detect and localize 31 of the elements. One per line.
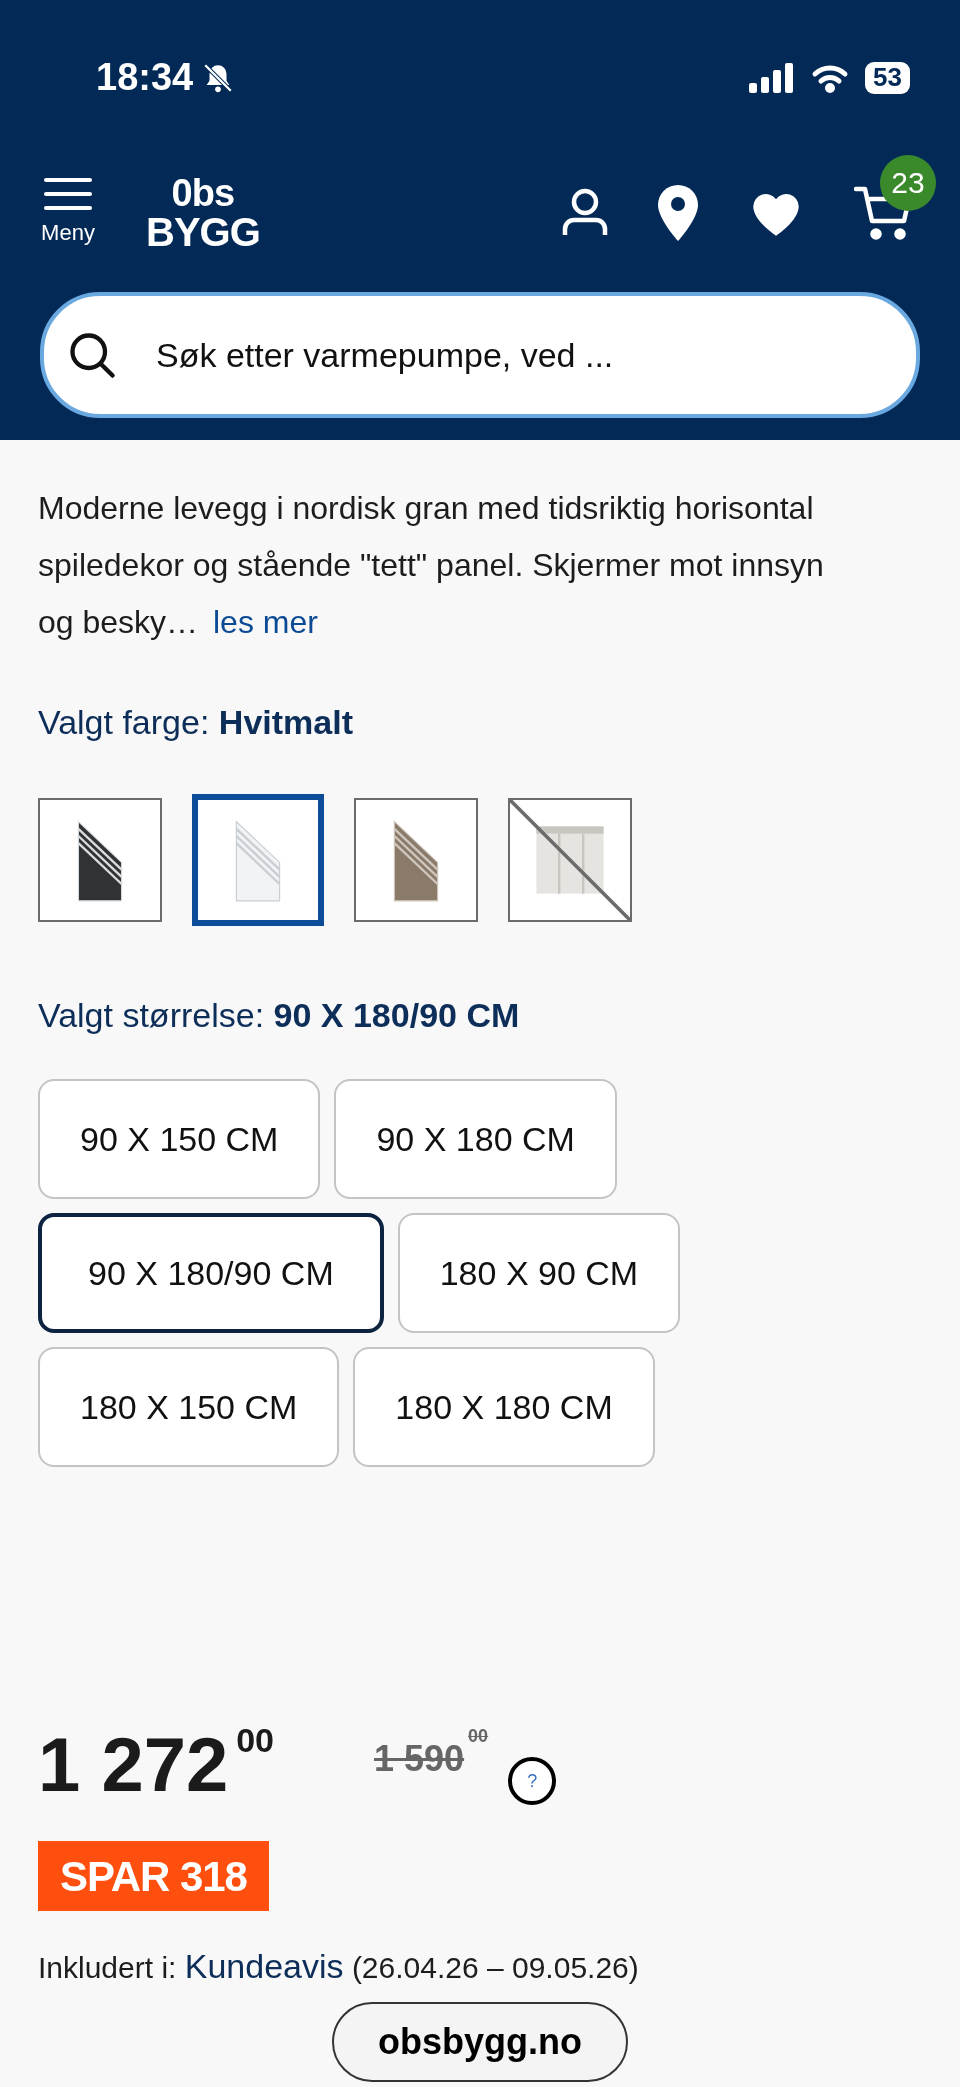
- menu-button[interactable]: Meny: [40, 176, 96, 249]
- size-option[interactable]: 180 X 150 CM: [38, 1347, 340, 1467]
- size-option[interactable]: 180 X 180 CM: [353, 1347, 655, 1467]
- url-pill[interactable]: obsbygg.no: [332, 2002, 628, 2082]
- search-bar[interactable]: Søk etter varmepumpe, ved ...: [40, 292, 920, 418]
- cart-count-badge: 23: [880, 154, 936, 211]
- color-swatch[interactable]: [192, 794, 324, 926]
- search-field[interactable]: Søk etter varmepumpe, ved ...: [156, 329, 894, 381]
- old-price-cents: 00: [468, 1727, 489, 1745]
- price-cents: 00: [236, 1723, 274, 1757]
- help-button[interactable]: ?: [508, 1757, 557, 1805]
- campaign-link[interactable]: Kundeavis: [184, 1947, 344, 1985]
- signal-icon: [749, 62, 796, 93]
- selected-color-label: Valgt farge: Hvitmalt: [38, 702, 354, 743]
- user-icon[interactable]: [562, 187, 608, 238]
- included-in-text: Inkludert i: Kundeavis (26.04.26 – 09.05.26): [38, 1946, 640, 1987]
- battery-indicator: 53: [865, 61, 910, 94]
- old-price: 1 590: [374, 1741, 465, 1777]
- read-more-link[interactable]: les mer: [212, 604, 318, 640]
- status-time: 18:34: [96, 55, 194, 100]
- logo[interactable]: 0bs BYGG: [146, 173, 260, 252]
- size-option[interactable]: 90 X 150 CM: [38, 1079, 321, 1199]
- savings-badge: SPAR 318: [38, 1841, 269, 1911]
- selected-size-label: Valgt størrelse: 90 X 180/90 CM: [38, 995, 521, 1036]
- size-option[interactable]: 180 X 90 CM: [397, 1213, 681, 1333]
- size-option[interactable]: 90 X 180/90 CM: [38, 1213, 384, 1333]
- size-option[interactable]: 90 X 180 CM: [334, 1079, 617, 1199]
- menu-icon: [43, 176, 93, 212]
- product-description: Moderne levegg i nordisk gran med tidsriktig horisontal spiledekor og stående "tett" panel. Skjermer mot innsyn og besky… les mer: [38, 489, 825, 642]
- location-pin-icon[interactable]: [658, 184, 698, 241]
- price: 1 272: [38, 1727, 229, 1803]
